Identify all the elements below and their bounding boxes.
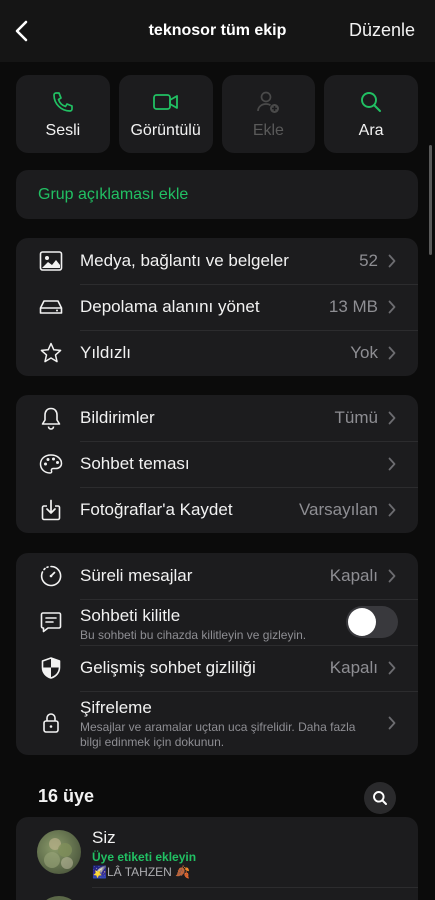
avatar <box>37 896 81 900</box>
chevron-right-icon <box>388 661 396 675</box>
encryption-row[interactable]: Şifreleme Mesajlar ve aramalar uçtan uca… <box>16 691 418 755</box>
chevron-right-icon <box>388 254 396 268</box>
chevron-right-icon <box>388 411 396 425</box>
starred-row[interactable]: Yıldızlı Yok <box>16 330 418 376</box>
media-links-docs-row[interactable]: Medya, bağlantı ve belgeler 52 <box>16 238 418 284</box>
disappearing-value: Kapalı <box>329 566 378 585</box>
media-section: Medya, bağlantı ve belgeler 52 Depolama … <box>16 238 418 376</box>
privacy-section: Süreli mesajlar Kapalı Sohbeti kilitle B… <box>16 553 418 755</box>
encryption-subtitle: Mesajlar ve aramalar uçtan uca şifrelidi… <box>80 720 356 749</box>
avatar <box>37 830 81 874</box>
avatar-image <box>44 838 73 869</box>
action-buttons: Sesli Görüntülü Ekle Ara <box>16 75 418 153</box>
advanced-privacy-label: Gelişmiş sohbet gizliliği <box>80 658 256 677</box>
lock-icon <box>43 713 59 733</box>
image-icon <box>39 251 63 271</box>
member-name[interactable]: Siz <box>92 828 116 848</box>
add-person-icon <box>257 91 280 113</box>
toggle-knob <box>348 608 376 636</box>
save-to-photos-row[interactable]: Fotoğraflar'a Kaydet Varsayılan <box>16 487 418 533</box>
storage-label: Depolama alanını yönet <box>80 297 260 316</box>
divider <box>92 887 418 888</box>
add-member-button: Ekle <box>221 75 316 153</box>
storage-icon <box>39 300 63 314</box>
encryption-label: Şifreleme <box>80 698 152 717</box>
storage-size: 13 MB <box>328 297 378 316</box>
add-member-tag[interactable]: Üye etiketi ekleyin <box>92 850 196 864</box>
phone-icon <box>53 92 73 112</box>
member-search-button[interactable] <box>364 782 396 814</box>
chevron-right-icon <box>388 569 396 583</box>
chevron-right-icon <box>388 300 396 314</box>
search-button[interactable]: Ara <box>324 75 418 153</box>
timer-icon <box>40 565 62 587</box>
chevron-right-icon <box>388 503 396 517</box>
video-icon <box>152 94 178 110</box>
shield-icon <box>41 657 61 679</box>
save-to-photos-label: Fotoğraflar'a Kaydet <box>80 500 233 519</box>
search-icon <box>361 92 382 112</box>
voice-call-button[interactable]: Sesli <box>16 75 110 153</box>
settings-section: Bildirimler Tümü Sohbet teması Fotoğrafl… <box>16 395 418 533</box>
add-group-description[interactable]: Grup açıklaması ekle <box>16 170 418 219</box>
palette-icon <box>39 454 63 474</box>
video-call-button[interactable]: Görüntülü <box>118 75 213 153</box>
notifications-value: Tümü <box>334 408 378 427</box>
bell-icon <box>41 407 61 430</box>
chevron-right-icon <box>388 716 396 730</box>
member-list: Siz Üye etiketi ekleyin 🌠LÂ TAHZEN 🍂 <box>16 817 418 900</box>
star-icon <box>40 342 62 363</box>
save-icon <box>41 499 61 521</box>
member-status: 🌠LÂ TAHZEN 🍂 <box>92 865 191 879</box>
lock-chat-subtitle: Bu sohbeti bu cihazda kilitleyin ve gizl… <box>80 628 307 642</box>
lock-chat-row: Sohbeti kilitle Bu sohbeti bu cihazda ki… <box>16 599 418 645</box>
chat-theme-label: Sohbet teması <box>80 454 190 473</box>
starred-label: Yıldızlı <box>80 343 132 362</box>
lock-chat-toggle[interactable] <box>346 606 398 638</box>
starred-value: Yok <box>350 343 378 362</box>
nav-header: teknosor tüm ekip Düzenle <box>0 0 435 62</box>
voice-call-label: Sesli <box>45 122 81 139</box>
search-label: Ara <box>358 122 384 139</box>
edit-button[interactable]: Düzenle <box>349 20 415 41</box>
search-icon <box>373 791 387 805</box>
video-call-label: Görüntülü <box>130 122 201 139</box>
manage-storage-row[interactable]: Depolama alanını yönet 13 MB <box>16 284 418 330</box>
scrollbar[interactable] <box>429 145 432 255</box>
media-label: Medya, bağlantı ve belgeler <box>80 251 289 270</box>
advanced-privacy-row[interactable]: Gelişmiş sohbet gizliliği Kapalı <box>16 645 418 691</box>
notifications-row[interactable]: Bildirimler Tümü <box>16 395 418 441</box>
media-count: 52 <box>359 251 378 270</box>
advanced-privacy-value: Kapalı <box>329 658 378 677</box>
add-member-label: Ekle <box>252 122 284 139</box>
chat-lock-icon <box>40 612 62 633</box>
chat-theme-row[interactable]: Sohbet teması <box>16 441 418 487</box>
disappearing-label: Süreli mesajlar <box>80 566 193 585</box>
chevron-right-icon <box>388 457 396 471</box>
disappearing-messages-row[interactable]: Süreli mesajlar Kapalı <box>16 553 418 599</box>
member-count: 16 üye <box>38 786 95 806</box>
chevron-right-icon <box>388 346 396 360</box>
lock-chat-label: Sohbeti kilitle <box>80 606 181 625</box>
save-to-photos-value: Varsayılan <box>298 500 378 519</box>
notifications-label: Bildirimler <box>80 408 155 427</box>
